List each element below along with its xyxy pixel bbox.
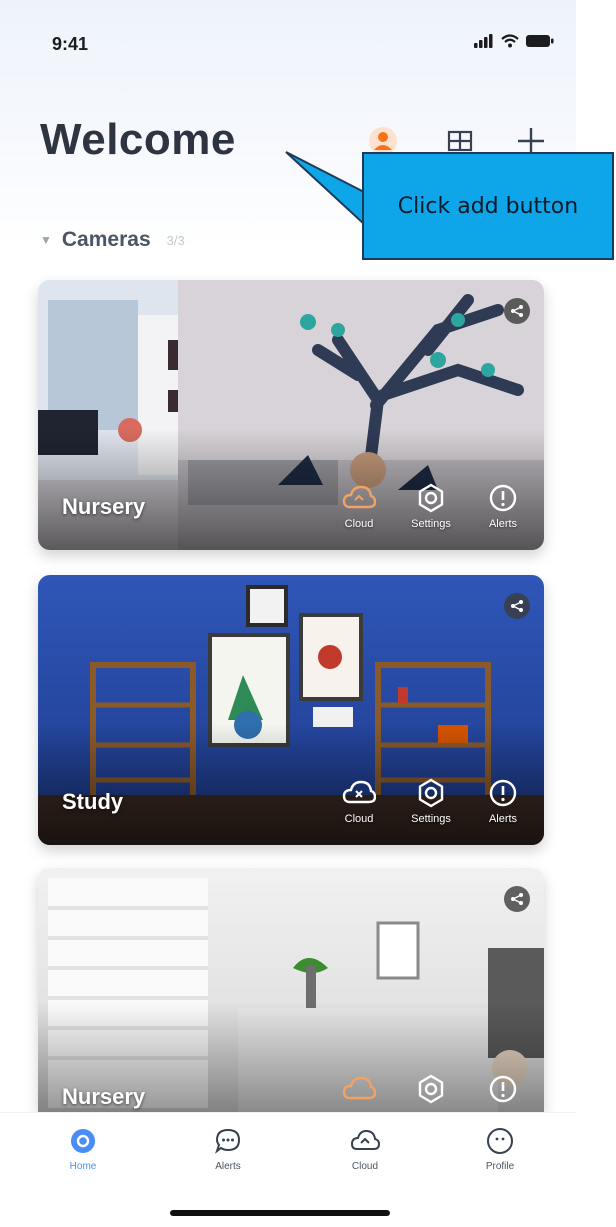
tab-profile[interactable]: Profile xyxy=(455,1127,545,1172)
callout-text: Click add button xyxy=(397,193,579,219)
camera-card-nursery-2[interactable]: Nursery xyxy=(38,868,544,1112)
alerts-button[interactable]: Alerts xyxy=(476,778,530,825)
tab-cloud[interactable]: Cloud xyxy=(320,1127,410,1172)
gear-icon xyxy=(418,1074,444,1104)
cloud-label: Cloud xyxy=(344,518,374,530)
alert-icon xyxy=(489,779,517,807)
share-icon xyxy=(511,305,523,317)
settings-button[interactable] xyxy=(404,1074,458,1104)
tab-alerts[interactable]: Alerts xyxy=(183,1127,273,1172)
tab-profile-label: Profile xyxy=(485,1161,515,1172)
settings-label: Settings xyxy=(411,813,451,825)
alerts-button[interactable] xyxy=(476,1074,530,1104)
alerts-label: Alerts xyxy=(488,518,518,530)
share-button[interactable] xyxy=(504,593,530,619)
gear-icon xyxy=(418,483,444,513)
camera-card-nursery[interactable]: Nursery Cloud Settings Alerts xyxy=(38,280,544,550)
tab-home[interactable]: Home xyxy=(38,1127,128,1172)
camera-name: Study xyxy=(62,789,124,814)
card-actions: Cloud Settings Alerts xyxy=(332,778,530,825)
annotation-callout: Click add button xyxy=(362,152,614,260)
cloud-button[interactable]: Cloud xyxy=(332,778,386,825)
home-indicator xyxy=(170,1210,390,1216)
camera-card-study[interactable]: Study Cloud Settings Alerts xyxy=(38,575,544,845)
tab-home-label: Home xyxy=(69,1161,97,1172)
alert-icon xyxy=(489,484,517,512)
settings-button[interactable]: Settings xyxy=(404,778,458,825)
card-actions xyxy=(332,1074,530,1104)
chat-icon xyxy=(215,1128,241,1154)
share-button[interactable] xyxy=(504,886,530,912)
alert-icon xyxy=(489,1075,517,1103)
camera-name: Nursery xyxy=(62,1084,146,1109)
profile-icon xyxy=(487,1128,513,1154)
share-icon xyxy=(511,600,523,612)
settings-button[interactable]: Settings xyxy=(404,483,458,530)
cloud-icon xyxy=(350,1129,380,1150)
card-actions: Cloud Settings Alerts xyxy=(332,483,530,530)
home-icon xyxy=(71,1129,95,1153)
alerts-label: Alerts xyxy=(488,813,518,825)
cloud-off-icon xyxy=(342,780,376,804)
cloud-icon xyxy=(342,485,376,509)
cloud-icon xyxy=(342,1076,376,1100)
cloud-button[interactable] xyxy=(332,1074,386,1104)
cloud-button[interactable]: Cloud xyxy=(332,483,386,530)
gear-icon xyxy=(418,778,444,808)
tab-alerts-label: Alerts xyxy=(215,1161,241,1172)
cloud-label: Cloud xyxy=(344,813,374,825)
camera-name: Nursery xyxy=(62,494,146,519)
callout-pointer-cover xyxy=(364,191,372,227)
share-button[interactable] xyxy=(504,298,530,324)
settings-label: Settings xyxy=(411,518,451,530)
tab-cloud-label: Cloud xyxy=(351,1161,379,1172)
alerts-button[interactable]: Alerts xyxy=(476,483,530,530)
share-icon xyxy=(511,893,523,905)
